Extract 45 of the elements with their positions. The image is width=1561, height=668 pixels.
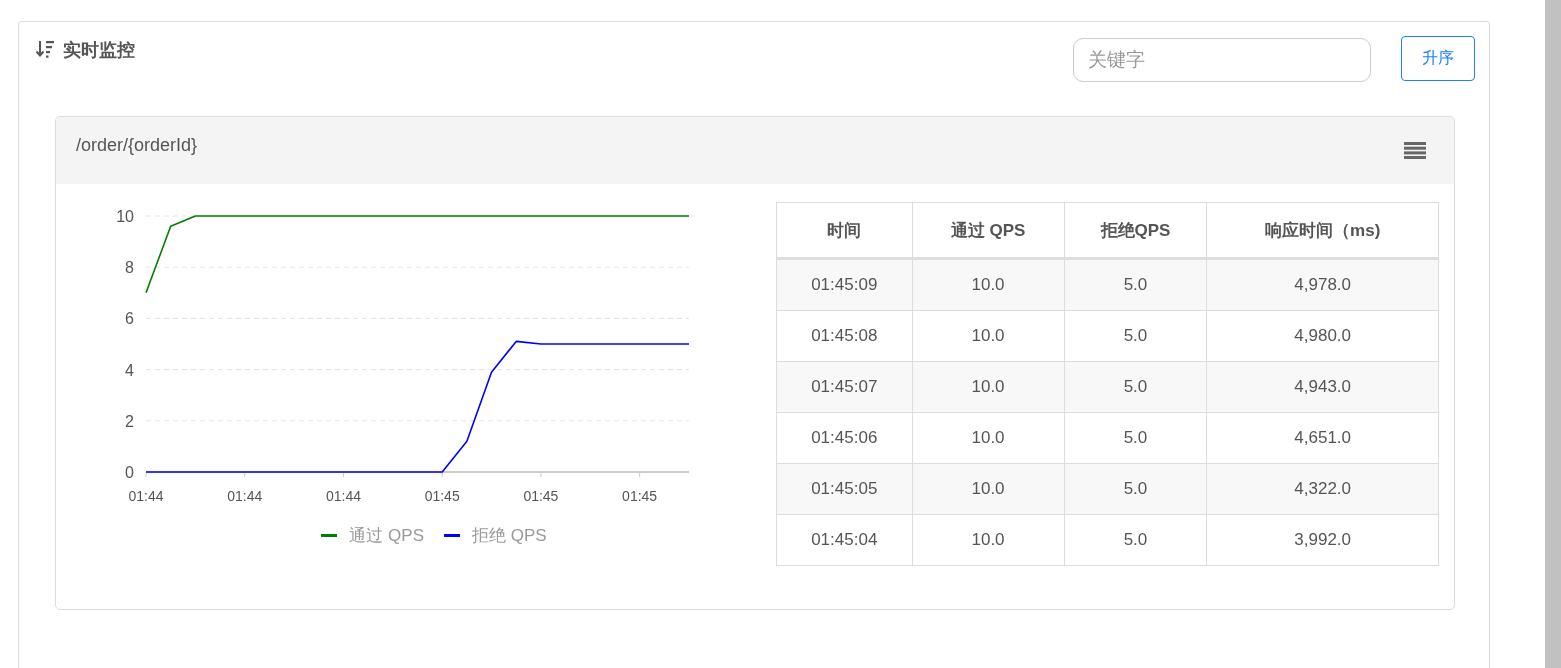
table-cell: 4,943.0 bbox=[1206, 361, 1439, 413]
axis-label: 10 bbox=[116, 208, 134, 225]
table-cell: 10.0 bbox=[912, 463, 1065, 515]
axis-label: 01:45 bbox=[622, 488, 658, 504]
table-cell: 10.0 bbox=[912, 310, 1065, 362]
sort-button[interactable]: 升序 bbox=[1401, 36, 1475, 81]
table-cell: 5.0 bbox=[1064, 310, 1207, 362]
table-cell: 3,992.0 bbox=[1206, 514, 1439, 566]
sort-icon bbox=[35, 39, 55, 59]
table-cell: 01:45:09 bbox=[776, 258, 912, 311]
axis-label: 8 bbox=[125, 259, 134, 277]
table-cell: 01:45:07 bbox=[776, 361, 912, 413]
table-cell: 01:45:05 bbox=[776, 463, 912, 515]
axis-label: 2 bbox=[125, 412, 134, 430]
axis-label: 01:44 bbox=[128, 488, 164, 504]
table-cell: 4,978.0 bbox=[1206, 258, 1439, 311]
table-cell: 10.0 bbox=[912, 361, 1065, 413]
table-cell: 01:45:08 bbox=[776, 310, 912, 362]
table-cell: 01:45:06 bbox=[776, 412, 912, 464]
table-cell: 4,651.0 bbox=[1206, 412, 1439, 464]
axis-label: 0 bbox=[125, 464, 134, 481]
table-cell: 10.0 bbox=[912, 412, 1065, 464]
table-cell: 10.0 bbox=[912, 258, 1065, 311]
menu-icon[interactable] bbox=[1404, 142, 1426, 159]
search-field[interactable]: 关键字 bbox=[1073, 38, 1371, 82]
table-cell: 5.0 bbox=[1064, 258, 1207, 311]
legend-item[interactable]: 通过 QPS bbox=[321, 524, 424, 547]
table-cell: 01:45:04 bbox=[776, 514, 912, 566]
axis-label: 01:44 bbox=[325, 488, 361, 504]
table-cell: 5.0 bbox=[1064, 463, 1207, 515]
table-cell: 4,980.0 bbox=[1206, 310, 1439, 362]
table-cell: 5.0 bbox=[1064, 514, 1207, 566]
scrollbar[interactable] bbox=[1545, 0, 1561, 668]
axis-label: 6 bbox=[125, 310, 134, 328]
table-cell: 4,322.0 bbox=[1206, 463, 1439, 515]
legend-item[interactable]: 拒绝 QPS bbox=[444, 524, 547, 547]
panel-title: 实时监控 bbox=[63, 39, 135, 62]
table-cell: 10.0 bbox=[912, 514, 1065, 566]
table-cell: 5.0 bbox=[1064, 412, 1207, 464]
axis-label: 01:45 bbox=[523, 488, 559, 504]
axis-label: 01:45 bbox=[424, 488, 460, 504]
axis-label: 4 bbox=[125, 361, 134, 379]
table-cell: 5.0 bbox=[1064, 361, 1207, 413]
axis-label: 01:44 bbox=[227, 488, 263, 504]
card-title: /order/{orderId} bbox=[76, 135, 198, 156]
